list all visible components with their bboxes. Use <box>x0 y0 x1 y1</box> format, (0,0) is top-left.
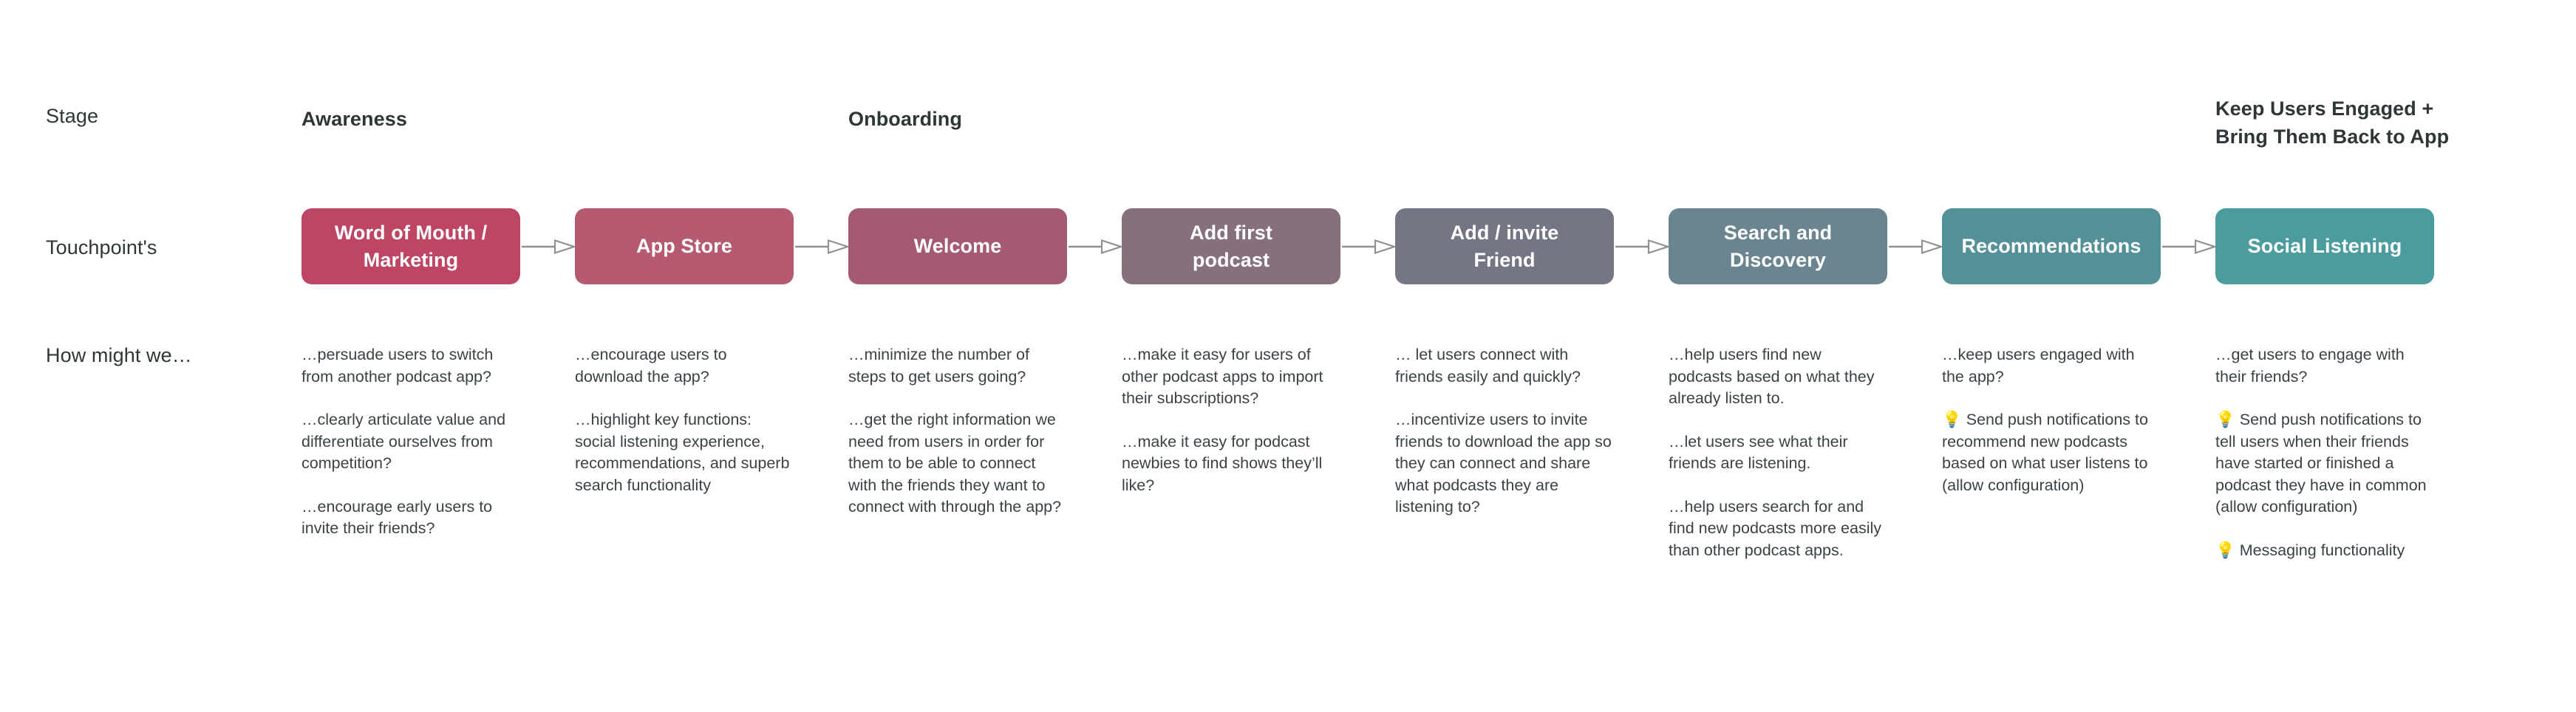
touchpoint-chip[interactable]: Search and Discovery <box>1669 208 1887 284</box>
connector-arrow-icon <box>2161 238 2215 256</box>
touchpoint-chip[interactable]: Add / invite Friend <box>1395 208 1614 284</box>
connector-arrow-icon <box>520 238 575 256</box>
touchpoint-chip-label: Social Listening <box>2247 235 2402 257</box>
how-might-we-item: …get the right information we need from … <box>848 411 1062 516</box>
how-might-we-item: … let users connect with friends easily … <box>1395 346 1581 386</box>
how-might-we-item: 💡 Messaging functionality <box>2215 541 2405 559</box>
touchpoint-chip-label: Welcome <box>913 235 1002 257</box>
touchpoint-chip[interactable]: Welcome <box>848 208 1067 284</box>
how-might-we-item: 💡 Send push notifications to tell users … <box>2215 411 2431 516</box>
how-might-we-column: …help users find new podcasts based on w… <box>1669 344 1887 561</box>
touchpoint-chip-label: Add / invite Friend <box>1450 221 1559 271</box>
connector-arrow-icon <box>794 238 848 256</box>
touchpoint-chip[interactable]: Recommendations <box>1942 208 2161 284</box>
how-might-we-column: …get users to engage with their friends?… <box>2215 344 2434 561</box>
connector-arrow-icon <box>1340 238 1395 256</box>
touchpoint-chip-label: Add first podcast <box>1190 221 1272 271</box>
stage-header: Keep Users Engaged + Bring Them Back to … <box>2215 97 2450 148</box>
touchpoint-chip-label: Word of Mouth / Marketing <box>334 221 488 271</box>
row-label-stage: Stage <box>46 105 99 127</box>
how-might-we-item: …encourage users to download the app? <box>575 346 732 386</box>
how-might-we-column: …make it easy for users of other podcast… <box>1122 344 1340 496</box>
how-might-we-item: …make it easy for users of other podcast… <box>1122 346 1328 407</box>
journey-map-canvas: Stage Touchpoint's How might we… Awarene… <box>0 0 2576 712</box>
touchpoint-chip-label: Recommendations <box>1961 235 2141 257</box>
connector-arrow-icon <box>1887 238 1942 256</box>
connector-arrow-icon <box>1614 238 1669 256</box>
how-might-we-item: …encourage early users to invite their f… <box>301 497 497 538</box>
row-label-touchpoints: Touchpoint's <box>46 236 157 259</box>
how-might-we-column: … let users connect with friends easily … <box>1395 344 1614 518</box>
how-might-we-item: …make it easy for podcast newbies to fin… <box>1122 432 1327 494</box>
touchpoint-chip[interactable]: Social Listening <box>2215 208 2434 284</box>
how-might-we-item: …help users find new podcasts based on w… <box>1669 346 1879 407</box>
how-might-we-column: …encourage users to download the app? …hi… <box>575 344 794 496</box>
how-might-we-item: …highlight key functions: social listeni… <box>575 411 794 494</box>
stage-header: Awareness <box>301 108 407 130</box>
touchpoint-chip[interactable]: App Store <box>575 208 794 284</box>
how-might-we-item: …incentivize users to invite friends to … <box>1395 411 1616 516</box>
how-might-we-item: …persuade users to switch from another p… <box>301 346 498 386</box>
how-might-we-item: …get users to engage with their friends? <box>2215 346 2409 386</box>
stage-header: Onboarding <box>848 108 962 130</box>
how-might-we-item: …help users search for and find new podc… <box>1669 497 1886 559</box>
how-might-we-column: …minimize the number of steps to get use… <box>848 344 1067 518</box>
row-label-how-might-we: How might we… <box>46 344 192 366</box>
connector-arrow-icon <box>1067 238 1122 256</box>
how-might-we-item: …let users see what their friends are li… <box>1669 432 1853 473</box>
how-might-we-item: …minimize the number of steps to get use… <box>848 346 1034 386</box>
touchpoint-chip[interactable]: Word of Mouth / Marketing <box>301 208 520 284</box>
how-might-we-item: …keep users engaged with the app? <box>1942 346 2139 386</box>
how-might-we-item: …clearly articulate value and differenti… <box>301 411 511 472</box>
touchpoint-chip[interactable]: Add first podcast <box>1122 208 1340 284</box>
touchpoint-chip-label: App Store <box>636 235 732 257</box>
how-might-we-item: 💡 Send push notifications to recommend n… <box>1942 411 2153 494</box>
how-might-we-column: …keep users engaged with the app? 💡 Send … <box>1942 344 2161 496</box>
how-might-we-column: …persuade users to switch from another p… <box>301 344 520 540</box>
touchpoint-chip-label: Search and Discovery <box>1723 221 1833 271</box>
